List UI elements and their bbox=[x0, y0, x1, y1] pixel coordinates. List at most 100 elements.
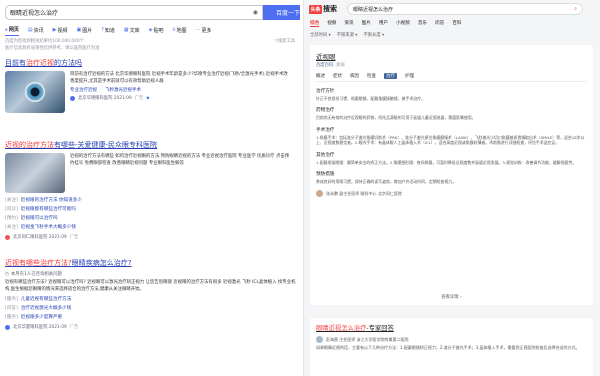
card-tab[interactable]: 概述 bbox=[316, 73, 325, 79]
toutiao-filters: 全部时间 ▾ 不限来源 ▾ 不限长度 ▾ bbox=[310, 32, 384, 38]
tab-search[interactable]: ⌕ 网页 bbox=[5, 26, 19, 36]
ad-label: 广告 bbox=[69, 325, 79, 330]
search-tools-button[interactable]: ▽搜索工具 bbox=[275, 38, 296, 44]
card-section: 药物治疗 目前尚无有效的治疗近视眼的药物，阿托品滴眼剂可用于延缓儿童近视进展，需遵… bbox=[316, 107, 587, 120]
section-heading: 药物治疗 bbox=[316, 108, 335, 114]
card-source[interactable]: 百度百科 bbox=[316, 63, 333, 68]
section-text: 养成良好的用眼习惯，保持正确的读写姿势，增加户外活动时间，定期检查视力。 bbox=[316, 179, 457, 185]
view-more-link[interactable]: 查看详情 › bbox=[310, 294, 593, 300]
eye-thumbnail[interactable] bbox=[5, 71, 65, 113]
card-section: 预防措施 养成良好的用眼习惯，保持正确的读写姿势，增加户外活动时间，定期检查视力。 bbox=[316, 171, 587, 184]
video-icon: ▶ bbox=[52, 27, 57, 33]
consult-note: 本月有1人已咨询相关问题 bbox=[10, 272, 62, 277]
toutiao-tab[interactable]: 百科 bbox=[452, 20, 461, 27]
medical-tip: 医疗信息具有局限性仅供参考，请以医院医疗为准 bbox=[5, 46, 100, 51]
news-icon: ▤ bbox=[27, 27, 33, 33]
filter-dropdown[interactable]: 不限长度 ▾ bbox=[363, 32, 384, 38]
result-3-title[interactable]: 近视有哪些治疗方法?眼睛疾病怎么治疗? bbox=[5, 258, 297, 268]
toutiao-tabs: 综合 视频 资讯 图片 用户 小视频 音乐 问答 百科 bbox=[310, 20, 461, 27]
site-logo-icon bbox=[5, 324, 10, 330]
card-section: 其他治疗 1.配戴框架眼镜：最简单安全的矫正方法。2.角膜塑形镜：夜间佩戴，可暂时… bbox=[316, 152, 587, 165]
result-2-desc: 近视的治疗方法有哪些 如何治疗近视眼的方法 预防眼睛近视的方法 专业近视治疗医院… bbox=[70, 154, 290, 166]
result-count: 百度为您找到相关结果约100,000,000个 bbox=[5, 39, 84, 44]
sitelink[interactable]: [关注] 近视眼的治疗方法 你知道多少 bbox=[5, 196, 297, 205]
card-section: 治疗方针 针正不良视觉习惯、佩戴眼镜、配戴角膜接触镜、做手术治疗。 bbox=[316, 88, 587, 101]
search-input[interactable]: 眼睛近视怎么治疗 ◉ bbox=[5, 5, 263, 20]
tab-question[interactable]: ? 知道 bbox=[101, 26, 115, 36]
clinic-thumbnail[interactable] bbox=[5, 153, 65, 193]
card-tab[interactable]: 病因 bbox=[350, 73, 359, 79]
section-text: 目前尚无有效的治疗近视眼的药物，阿托品滴眼剂可用于延缓儿童近视进展，需遵医嘱使用… bbox=[316, 115, 476, 121]
tab-image[interactable]: ▣ 图片 bbox=[76, 26, 92, 36]
result-1-title[interactable]: 目前有治疗近视的方法吗 bbox=[5, 58, 297, 68]
search-icon[interactable]: ⌕ bbox=[574, 6, 577, 12]
section-text: 1.角膜手术：包括准分子激光角膜切削术（PRK）、准分子激光原位角膜磨镶术（LA… bbox=[316, 134, 585, 146]
card-tab[interactable]: 检查 bbox=[367, 73, 376, 79]
ad-label: 广告 bbox=[69, 235, 79, 240]
search-button[interactable]: 百度一下 bbox=[263, 5, 300, 20]
result-1-link-1[interactable]: 专业治疗近视 bbox=[70, 87, 97, 93]
qa-desc: 如果眼睛近视的话，主要有以下几种治疗方法：1.配戴眼镜矫正视力；2.准分子激光手… bbox=[316, 345, 580, 350]
section-heading: 手术治疗 bbox=[316, 127, 335, 133]
toutiao-tab[interactable]: 音乐 bbox=[418, 20, 427, 27]
card-tab[interactable]: 护理 bbox=[405, 73, 414, 79]
section-heading: 治疗方针 bbox=[316, 89, 335, 94]
toutiao-logo[interactable]: 头条 搜索 bbox=[309, 4, 337, 14]
search-icon: ⌕ bbox=[5, 26, 8, 33]
sitelink[interactable]: [关注] 近视金飞秒手术大概多少钱 bbox=[5, 223, 297, 232]
chevron-down-icon: ▾ bbox=[353, 33, 358, 38]
clock-icon: ◷ bbox=[5, 271, 9, 277]
toutiao-pane: 头条 搜索 眼睛近视怎么治疗 ⌕ 综合 视频 资讯 图片 用户 小视频 音乐 问答 百科 全部时间… bbox=[303, 0, 600, 376]
result-stats: 百度为您找到相关结果约100,000,000个 ▽搜索工具 bbox=[5, 38, 295, 44]
card-author: 张永鹏 副主任医师 眼科中心 北京同仁医院 bbox=[316, 190, 587, 198]
result-2: 近视的治疗方法有哪些-关爱健康-民众眼专科医院 近视的治疗方法有哪些 如何治疗近… bbox=[5, 140, 297, 240]
sitelink[interactable]: [服务] 近视眼多少度算严重 bbox=[5, 313, 297, 322]
filter-dropdown[interactable]: 不限来源 ▾ bbox=[337, 32, 358, 38]
site-logo-icon bbox=[5, 234, 10, 240]
sitelink[interactable]: [预约] 近视眼可以治疗吗 bbox=[5, 214, 297, 223]
result-2-site[interactable]: 北京同仁眼科医院 2021-09 bbox=[13, 234, 67, 240]
sitelink[interactable]: [问答] 治疗近视激光大概多少钱 bbox=[5, 304, 297, 313]
toutiao-search-input[interactable]: 眼睛近视怎么治疗 ⌕ bbox=[347, 3, 583, 15]
tab-more[interactable]: ⋯ 更多 bbox=[196, 26, 212, 36]
toutiao-tab[interactable]: 图片 bbox=[362, 20, 371, 27]
card-tabs: 概述 症状 病因 检查 治疗 护理 bbox=[316, 73, 587, 82]
card-tab[interactable]: 症状 bbox=[333, 73, 342, 79]
search-query[interactable]: 眼睛近视怎么治疗 bbox=[10, 8, 58, 17]
section-heading: 其他治疗 bbox=[316, 152, 335, 158]
toutiao-tab[interactable]: 综合 bbox=[310, 20, 320, 27]
result-1-desc: 目前有治疗近视的方法 北京华德眼科医院 近视手术年龄是多少?华德专业治疗近视(飞… bbox=[70, 72, 288, 84]
result-3-site[interactable]: 北京华夏眼科医院 2021-09 bbox=[13, 324, 67, 330]
sitelink[interactable]: [问诊] 近视眼能有哪些治疗可能吗 bbox=[5, 205, 297, 214]
section-text: 1.配戴框架眼镜：最简单安全的矫正方法。2.角膜塑形镜：夜间佩戴，可暂时降低近视… bbox=[316, 159, 577, 165]
toutiao-tab[interactable]: 资讯 bbox=[344, 20, 353, 27]
image-icon: ▣ bbox=[76, 27, 82, 33]
question-icon: ? bbox=[101, 27, 104, 33]
result-2-title[interactable]: 近视的治疗方法有哪些-关爱健康-民众眼专科医院 bbox=[5, 140, 297, 150]
chevron-down-icon: ▾ bbox=[380, 33, 385, 38]
card-title[interactable]: 近视眼 bbox=[316, 51, 587, 61]
tab-video[interactable]: ▶ 视频 bbox=[53, 26, 68, 36]
toutiao-tab[interactable]: 用户 bbox=[379, 20, 388, 27]
sitelink[interactable]: [服务] 儿童近视有哪些治疗方法 bbox=[5, 295, 297, 304]
avatar bbox=[316, 190, 323, 198]
map-pin-icon: ⌾ bbox=[172, 27, 176, 33]
section-heading: 预防措施 bbox=[316, 172, 335, 178]
result-1-link-2[interactable]: 飞秒激光近视手术 bbox=[105, 87, 141, 93]
result-1: 目前有治疗近视的方法吗 目前有治疗近视的方法 北京华德眼科医院 近视手术年龄是多… bbox=[5, 58, 297, 113]
qa-title[interactable]: 眼睛近视怎么治疗-专家回答 bbox=[316, 323, 587, 332]
tab-document[interactable]: ▦ 文库 bbox=[124, 26, 140, 36]
search-tabs: ⌕ 网页 ▤ 资讯 ▶ 视频 ▣ 图片 ? 知道 ▦ 文库 ◈ 贴吧 ⌾ 地图 ⋯ 更多 bbox=[5, 26, 212, 36]
ad-label: 广告 bbox=[134, 96, 144, 101]
tab-news[interactable]: ▤ 资讯 bbox=[28, 26, 44, 36]
filter-dropdown[interactable]: 全部时间 ▾ bbox=[310, 32, 331, 38]
tab-forum[interactable]: ◈ 贴吧 bbox=[149, 26, 164, 36]
toutiao-tab[interactable]: 问答 bbox=[435, 20, 444, 27]
camera-icon[interactable]: ◉ bbox=[253, 9, 258, 16]
result-1-site[interactable]: 北京华德眼科医院 2021-09 bbox=[78, 95, 132, 101]
chevron-down-icon: ▾ bbox=[327, 33, 331, 38]
card-tab[interactable]: 治疗 bbox=[384, 73, 397, 79]
tab-map-pin[interactable]: ⌾ 地图 bbox=[173, 26, 187, 36]
toutiao-tab[interactable]: 视频 bbox=[327, 20, 336, 27]
toutiao-tab[interactable]: 小视频 bbox=[396, 20, 410, 27]
